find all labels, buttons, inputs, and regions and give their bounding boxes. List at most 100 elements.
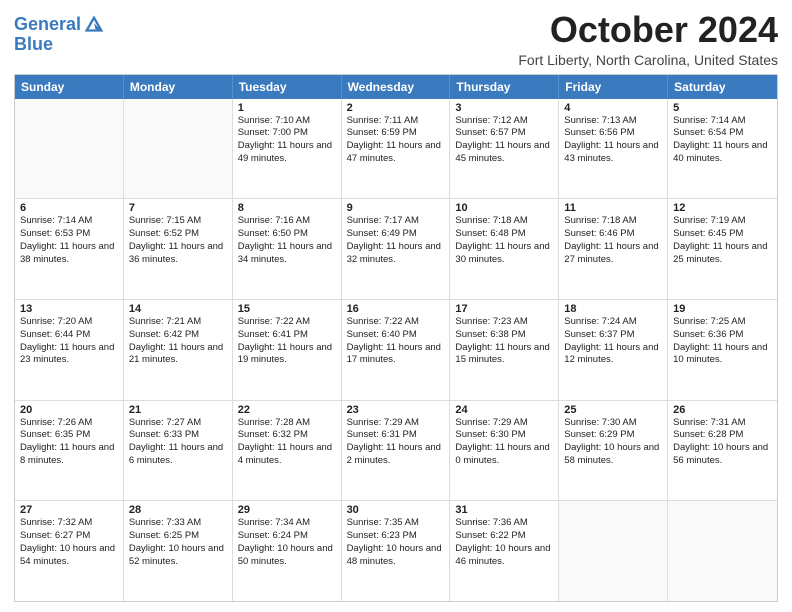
header: General Blue October 2024 Fort Liberty, … <box>14 10 778 68</box>
day-number: 4 <box>564 102 662 114</box>
sunrise-text: Sunrise: 7:25 AM <box>673 316 772 329</box>
calendar-row-4: 27Sunrise: 7:32 AMSunset: 6:27 PMDayligh… <box>15 500 777 601</box>
sunset-text: Sunset: 6:48 PM <box>455 228 553 241</box>
sunset-text: Sunset: 6:41 PM <box>238 329 336 342</box>
sunset-text: Sunset: 6:49 PM <box>347 228 445 241</box>
daylight-text: Daylight: 11 hours and 49 minutes. <box>238 140 336 166</box>
day-cell-6: 6Sunrise: 7:14 AMSunset: 6:53 PMDaylight… <box>15 199 124 299</box>
sunrise-text: Sunrise: 7:34 AM <box>238 517 336 530</box>
daylight-text: Daylight: 10 hours and 58 minutes. <box>564 442 662 468</box>
calendar-row-1: 6Sunrise: 7:14 AMSunset: 6:53 PMDaylight… <box>15 198 777 299</box>
sunrise-text: Sunrise: 7:33 AM <box>129 517 227 530</box>
daylight-text: Daylight: 11 hours and 23 minutes. <box>20 342 118 368</box>
day-number: 26 <box>673 404 772 416</box>
sunrise-text: Sunrise: 7:12 AM <box>455 115 553 128</box>
sunrise-text: Sunrise: 7:32 AM <box>20 517 118 530</box>
col-header-wednesday: Wednesday <box>342 75 451 99</box>
daylight-text: Daylight: 11 hours and 15 minutes. <box>455 342 553 368</box>
day-cell-30: 30Sunrise: 7:35 AMSunset: 6:23 PMDayligh… <box>342 501 451 601</box>
sunset-text: Sunset: 6:23 PM <box>347 530 445 543</box>
sunrise-text: Sunrise: 7:27 AM <box>129 417 227 430</box>
sunrise-text: Sunrise: 7:14 AM <box>673 115 772 128</box>
daylight-text: Daylight: 10 hours and 50 minutes. <box>238 543 336 569</box>
sunset-text: Sunset: 6:45 PM <box>673 228 772 241</box>
daylight-text: Daylight: 10 hours and 54 minutes. <box>20 543 118 569</box>
sunset-text: Sunset: 6:25 PM <box>129 530 227 543</box>
empty-cell <box>668 501 777 601</box>
day-cell-8: 8Sunrise: 7:16 AMSunset: 6:50 PMDaylight… <box>233 199 342 299</box>
empty-cell <box>559 501 668 601</box>
sunset-text: Sunset: 6:54 PM <box>673 127 772 140</box>
daylight-text: Daylight: 11 hours and 12 minutes. <box>564 342 662 368</box>
day-cell-12: 12Sunrise: 7:19 AMSunset: 6:45 PMDayligh… <box>668 199 777 299</box>
sunset-text: Sunset: 6:35 PM <box>20 429 118 442</box>
col-header-friday: Friday <box>559 75 668 99</box>
month-title: October 2024 <box>518 10 778 50</box>
sunset-text: Sunset: 6:36 PM <box>673 329 772 342</box>
calendar-body: 1Sunrise: 7:10 AMSunset: 7:00 PMDaylight… <box>15 99 777 601</box>
day-number: 19 <box>673 303 772 315</box>
sunrise-text: Sunrise: 7:29 AM <box>455 417 553 430</box>
day-cell-26: 26Sunrise: 7:31 AMSunset: 6:28 PMDayligh… <box>668 401 777 501</box>
day-cell-27: 27Sunrise: 7:32 AMSunset: 6:27 PMDayligh… <box>15 501 124 601</box>
day-number: 18 <box>564 303 662 315</box>
sunset-text: Sunset: 6:22 PM <box>455 530 553 543</box>
day-number: 12 <box>673 202 772 214</box>
day-cell-17: 17Sunrise: 7:23 AMSunset: 6:38 PMDayligh… <box>450 300 559 400</box>
sunrise-text: Sunrise: 7:15 AM <box>129 215 227 228</box>
sunrise-text: Sunrise: 7:17 AM <box>347 215 445 228</box>
day-cell-19: 19Sunrise: 7:25 AMSunset: 6:36 PMDayligh… <box>668 300 777 400</box>
daylight-text: Daylight: 11 hours and 34 minutes. <box>238 241 336 267</box>
day-cell-13: 13Sunrise: 7:20 AMSunset: 6:44 PMDayligh… <box>15 300 124 400</box>
col-header-sunday: Sunday <box>15 75 124 99</box>
empty-cell <box>124 99 233 199</box>
daylight-text: Daylight: 10 hours and 46 minutes. <box>455 543 553 569</box>
sunrise-text: Sunrise: 7:31 AM <box>673 417 772 430</box>
sunset-text: Sunset: 6:57 PM <box>455 127 553 140</box>
logo-text: General <box>14 15 81 35</box>
sunrise-text: Sunrise: 7:16 AM <box>238 215 336 228</box>
sunset-text: Sunset: 6:44 PM <box>20 329 118 342</box>
sunrise-text: Sunrise: 7:29 AM <box>347 417 445 430</box>
calendar-row-2: 13Sunrise: 7:20 AMSunset: 6:44 PMDayligh… <box>15 299 777 400</box>
empty-cell <box>15 99 124 199</box>
daylight-text: Daylight: 11 hours and 43 minutes. <box>564 140 662 166</box>
day-cell-5: 5Sunrise: 7:14 AMSunset: 6:54 PMDaylight… <box>668 99 777 199</box>
day-number: 8 <box>238 202 336 214</box>
daylight-text: Daylight: 10 hours and 52 minutes. <box>129 543 227 569</box>
logo: General Blue <box>14 14 105 55</box>
sunset-text: Sunset: 6:50 PM <box>238 228 336 241</box>
sunrise-text: Sunrise: 7:35 AM <box>347 517 445 530</box>
daylight-text: Daylight: 11 hours and 30 minutes. <box>455 241 553 267</box>
day-cell-2: 2Sunrise: 7:11 AMSunset: 6:59 PMDaylight… <box>342 99 451 199</box>
sunset-text: Sunset: 6:53 PM <box>20 228 118 241</box>
sunrise-text: Sunrise: 7:21 AM <box>129 316 227 329</box>
day-number: 6 <box>20 202 118 214</box>
day-number: 9 <box>347 202 445 214</box>
logo-blue: Blue <box>14 34 105 55</box>
daylight-text: Daylight: 11 hours and 19 minutes. <box>238 342 336 368</box>
day-number: 14 <box>129 303 227 315</box>
sunrise-text: Sunrise: 7:22 AM <box>238 316 336 329</box>
daylight-text: Daylight: 11 hours and 45 minutes. <box>455 140 553 166</box>
day-cell-1: 1Sunrise: 7:10 AMSunset: 7:00 PMDaylight… <box>233 99 342 199</box>
day-cell-7: 7Sunrise: 7:15 AMSunset: 6:52 PMDaylight… <box>124 199 233 299</box>
day-number: 31 <box>455 504 553 516</box>
day-cell-10: 10Sunrise: 7:18 AMSunset: 6:48 PMDayligh… <box>450 199 559 299</box>
day-cell-22: 22Sunrise: 7:28 AMSunset: 6:32 PMDayligh… <box>233 401 342 501</box>
sunset-text: Sunset: 6:46 PM <box>564 228 662 241</box>
sunrise-text: Sunrise: 7:23 AM <box>455 316 553 329</box>
sunset-text: Sunset: 6:31 PM <box>347 429 445 442</box>
day-cell-21: 21Sunrise: 7:27 AMSunset: 6:33 PMDayligh… <box>124 401 233 501</box>
daylight-text: Daylight: 11 hours and 2 minutes. <box>347 442 445 468</box>
day-cell-15: 15Sunrise: 7:22 AMSunset: 6:41 PMDayligh… <box>233 300 342 400</box>
sunset-text: Sunset: 6:37 PM <box>564 329 662 342</box>
calendar: SundayMondayTuesdayWednesdayThursdayFrid… <box>14 74 778 602</box>
calendar-header-row: SundayMondayTuesdayWednesdayThursdayFrid… <box>15 75 777 99</box>
day-cell-31: 31Sunrise: 7:36 AMSunset: 6:22 PMDayligh… <box>450 501 559 601</box>
sunset-text: Sunset: 6:40 PM <box>347 329 445 342</box>
daylight-text: Daylight: 11 hours and 32 minutes. <box>347 241 445 267</box>
sunset-text: Sunset: 6:29 PM <box>564 429 662 442</box>
sunset-text: Sunset: 6:59 PM <box>347 127 445 140</box>
sunrise-text: Sunrise: 7:10 AM <box>238 115 336 128</box>
